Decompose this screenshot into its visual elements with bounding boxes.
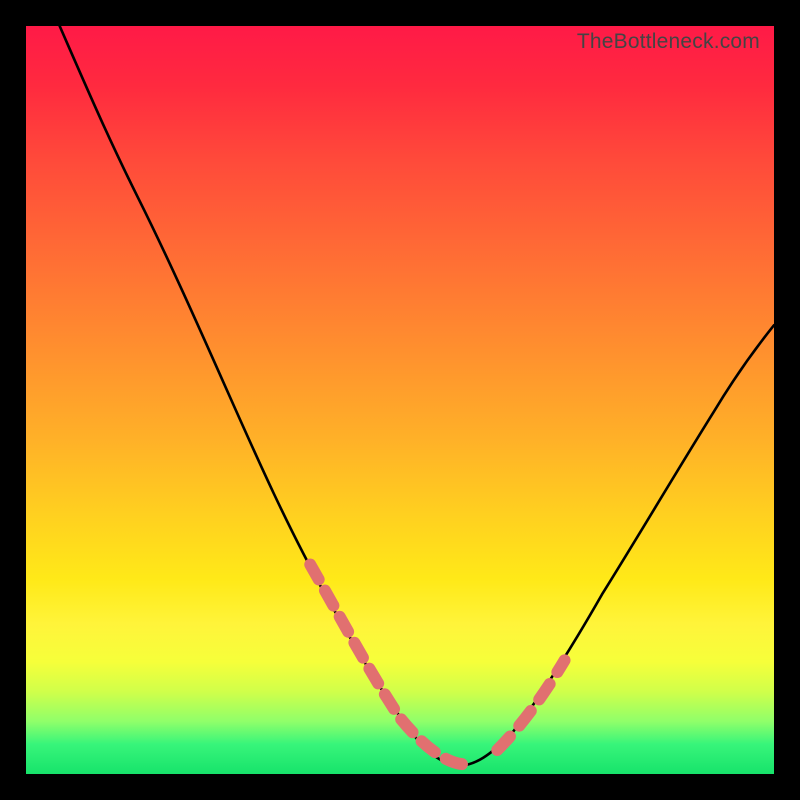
plot-area: TheBottleneck.com [26, 26, 774, 774]
highlight-dash-left [310, 565, 463, 765]
bottleneck-curve [60, 26, 774, 766]
highlight-dash-right [497, 660, 564, 750]
chart-frame: TheBottleneck.com [0, 0, 800, 800]
curve-svg [26, 26, 774, 774]
